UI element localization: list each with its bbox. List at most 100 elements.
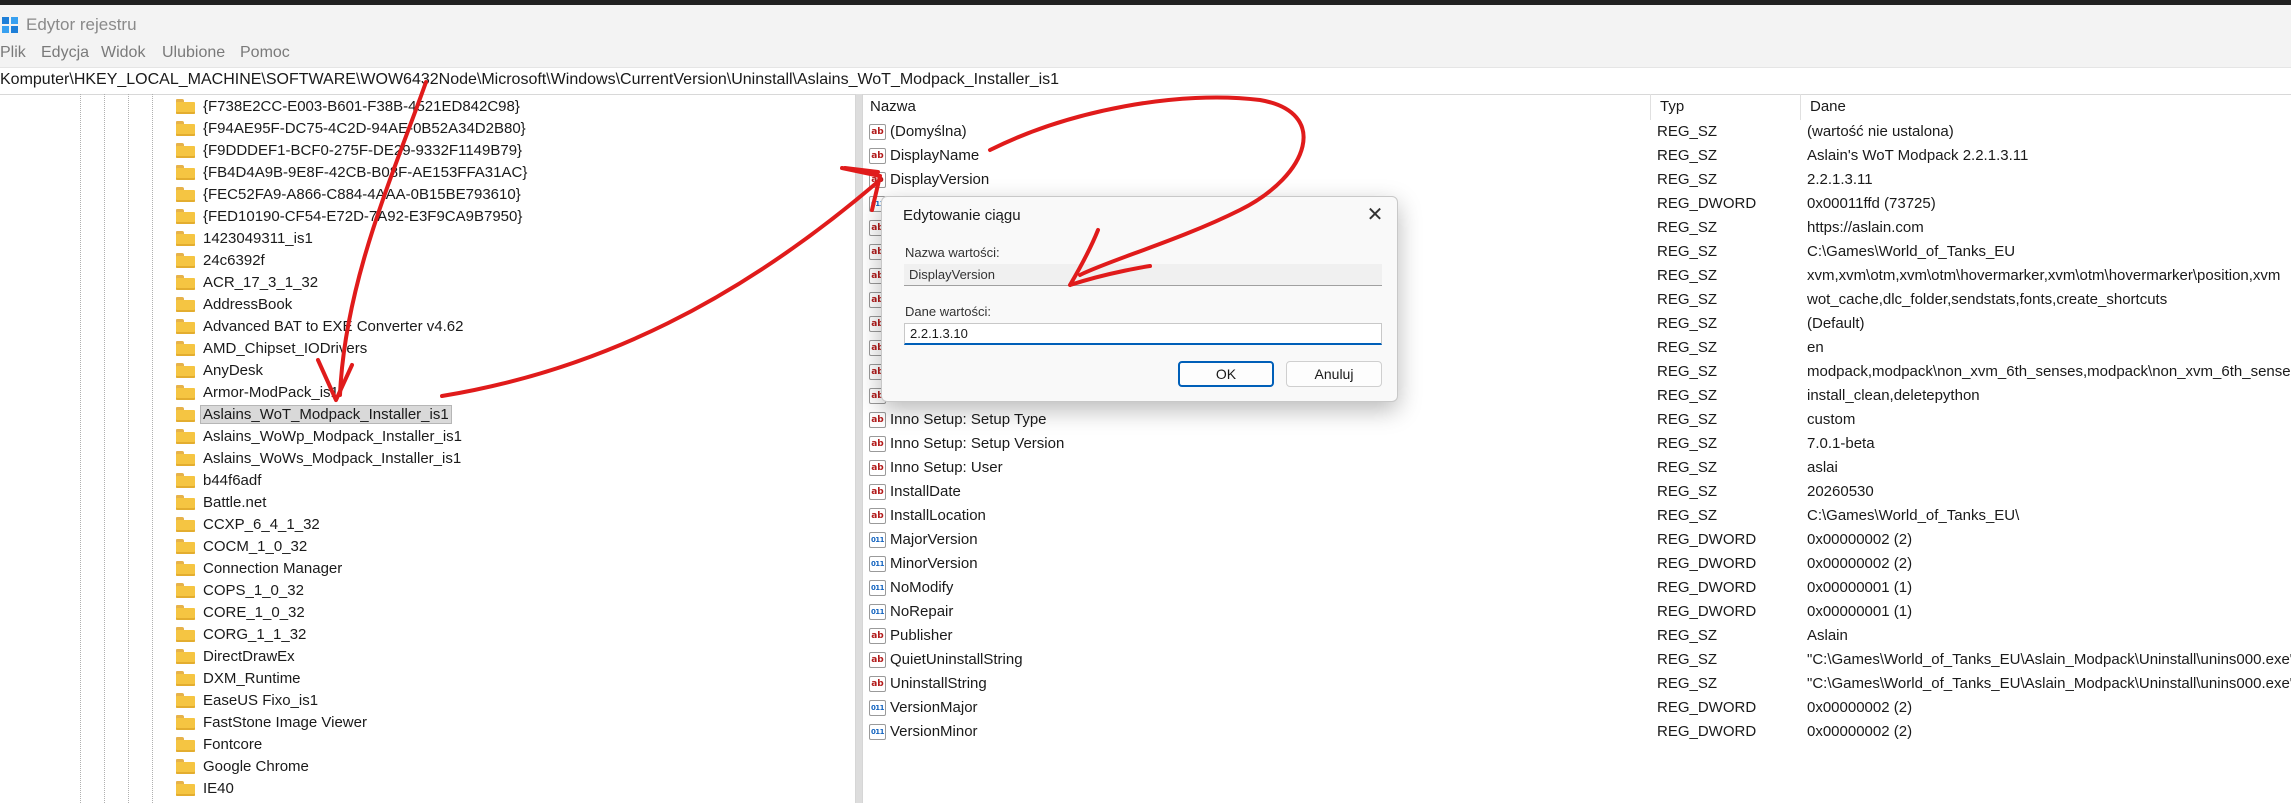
- tree-item-label: {FEC52FA9-A866-C884-4AAA-0B15BE793610}: [203, 186, 521, 203]
- value-name: DisplayVersion: [890, 171, 990, 188]
- value-type: REG_SZ: [1657, 483, 1718, 500]
- value-name: Inno Setup: Setup Type: [890, 411, 1047, 428]
- value-row[interactable]: 011 VersionMinor REG_DWORD 0x00000002 (2): [862, 720, 2291, 744]
- value-type: REG_SZ: [1657, 243, 1718, 260]
- value-name: Inno Setup: User: [890, 459, 1003, 476]
- tree-item-label: AMD_Chipset_IODrivers: [203, 340, 368, 357]
- value-row[interactable]: ab DisplayVersion REG_SZ 2.2.1.3.11: [862, 168, 2291, 192]
- value-row[interactable]: ab DisplayName REG_SZ Aslain's WoT Modpack …: [862, 144, 2291, 168]
- value-name: MinorVersion: [890, 555, 978, 572]
- folder-icon: [176, 341, 195, 356]
- value-type: REG_SZ: [1657, 219, 1718, 236]
- folder-icon: [176, 99, 195, 114]
- value-row[interactable]: ab InstallLocation REG_SZ C:\Games\World_of…: [862, 504, 2291, 528]
- tree-item-label: 1423049311_is1: [203, 230, 313, 247]
- value-name: QuietUninstallString: [890, 651, 1023, 668]
- value-data: 7.0.1-beta: [1807, 435, 1875, 452]
- value-row[interactable]: ab Publisher REG_SZ Aslain: [862, 624, 2291, 648]
- value-name: UninstallString: [890, 675, 987, 692]
- value-data: 20260530: [1807, 483, 1874, 500]
- close-icon[interactable]: ✕: [1362, 203, 1388, 227]
- folder-icon: [176, 209, 195, 224]
- value-name: NoModify: [890, 579, 954, 596]
- folder-icon: [176, 693, 195, 708]
- tree-item-label: Armor-ModPack_is1: [203, 384, 339, 401]
- menu-help[interactable]: Pomoc: [240, 44, 290, 62]
- address-path[interactable]: Komputer\HKEY_LOCAL_MACHINE\SOFTWARE\WOW…: [0, 71, 1059, 89]
- key-tree[interactable]: {F738E2CC-E003-B601-F38B-4521ED842C98} {F…: [0, 94, 855, 803]
- value-data-field[interactable]: [904, 323, 1382, 345]
- folder-icon: [176, 231, 195, 246]
- tree-item-label: 24c6392f: [203, 252, 265, 269]
- tree-item-label: {F738E2CC-E003-B601-F38B-4521ED842C98}: [203, 98, 520, 115]
- value-name: VersionMajor: [890, 699, 978, 716]
- value-type: REG_DWORD: [1657, 555, 1757, 572]
- folder-icon: [176, 275, 195, 290]
- tree-item-label: FastStone Image Viewer: [203, 714, 367, 731]
- tree-item-label: Aslains_WoWs_Modpack_Installer_is1: [203, 450, 462, 467]
- value-data: Aslain's WoT Modpack 2.2.1.3.11: [1807, 147, 2029, 164]
- value-name-label: Nazwa wartości:: [905, 245, 1000, 260]
- folder-icon: [176, 143, 195, 158]
- folder-icon: [176, 121, 195, 136]
- ok-button[interactable]: OK: [1178, 361, 1274, 387]
- value-type: REG_SZ: [1657, 675, 1718, 692]
- menu-view[interactable]: Widok: [101, 44, 145, 62]
- value-row[interactable]: ab UninstallString REG_SZ "C:\Games\World_o…: [862, 672, 2291, 696]
- value-data: 0x00000002 (2): [1807, 723, 1913, 740]
- value-type: REG_SZ: [1657, 651, 1718, 668]
- column-header-name[interactable]: Nazwa: [862, 94, 1652, 120]
- column-header-type[interactable]: Typ: [1652, 94, 1802, 120]
- tree-item-label: CCXP_6_4_1_32: [203, 516, 320, 533]
- value-row[interactable]: 011 NoModify REG_DWORD 0x00000001 (1): [862, 576, 2291, 600]
- value-type: REG_SZ: [1657, 387, 1718, 404]
- value-data: 2.2.1.3.11: [1807, 171, 1873, 188]
- folder-icon: [176, 385, 195, 400]
- ab-string-icon: ab: [869, 124, 886, 140]
- value-name-field[interactable]: [904, 264, 1382, 286]
- binary-dword-icon: 011: [869, 700, 886, 716]
- folder-icon: [176, 627, 195, 642]
- value-row[interactable]: 011 VersionMajor REG_DWORD 0x00000002 (2): [862, 696, 2291, 720]
- value-type: REG_DWORD: [1657, 195, 1757, 212]
- value-row[interactable]: 011 MajorVersion REG_DWORD 0x00000002 (2): [862, 528, 2291, 552]
- value-row[interactable]: 011 NoRepair REG_DWORD 0x00000001 (1): [862, 600, 2291, 624]
- menu-file[interactable]: Plik: [0, 44, 26, 62]
- value-name: VersionMinor: [890, 723, 978, 740]
- value-row[interactable]: ab Inno Setup: Setup Version REG_SZ 7.0.1-b…: [862, 432, 2291, 456]
- ab-string-icon: ab: [869, 652, 886, 668]
- value-row[interactable]: ab InstallDate REG_SZ 20260530: [862, 480, 2291, 504]
- value-row[interactable]: 011 MinorVersion REG_DWORD 0x00000002 (2): [862, 552, 2291, 576]
- address-bar[interactable]: Komputer\HKEY_LOCAL_MACHINE\SOFTWARE\WOW…: [0, 67, 2291, 95]
- cancel-button[interactable]: Anuluj: [1286, 361, 1382, 387]
- value-type: REG_DWORD: [1657, 531, 1757, 548]
- ab-string-icon: ab: [869, 436, 886, 452]
- value-type: REG_SZ: [1657, 123, 1718, 140]
- binary-dword-icon: 011: [869, 724, 886, 740]
- ab-string-icon: ab: [869, 148, 886, 164]
- menu-favorites[interactable]: Ulubione: [162, 44, 225, 62]
- value-row[interactable]: ab Inno Setup: Setup Type REG_SZ custom: [862, 408, 2291, 432]
- folder-icon: [176, 715, 195, 730]
- value-name: MajorVersion: [890, 531, 978, 548]
- value-data: install_clean,deletepython: [1807, 387, 1980, 404]
- ab-string-icon: ab: [869, 460, 886, 476]
- value-row[interactable]: ab QuietUninstallString REG_SZ "C:\Games\Wo…: [862, 648, 2291, 672]
- value-type: REG_DWORD: [1657, 723, 1757, 740]
- value-type: REG_SZ: [1657, 363, 1718, 380]
- tree-item-label: ACR_17_3_1_32: [203, 274, 319, 291]
- value-data: aslai: [1807, 459, 1838, 476]
- tree-item-label: Battle.net: [203, 494, 267, 511]
- value-row[interactable]: ab (Domyślna) REG_SZ (wartość nie ustalona): [862, 120, 2291, 144]
- value-row[interactable]: ab Inno Setup: User REG_SZ aslai: [862, 456, 2291, 480]
- folder-icon: [176, 253, 195, 268]
- edit-string-dialog: Edytowanie ciągu ✕ Nazwa wartości: Dane …: [881, 196, 1398, 402]
- window-title: Edytor rejestru: [26, 15, 137, 34]
- registry-editor-icon: [2, 17, 20, 35]
- column-header-data[interactable]: Dane: [1802, 94, 2291, 120]
- menu-edit[interactable]: Edycja: [41, 44, 89, 62]
- binary-dword-icon: 011: [869, 580, 886, 596]
- value-name: NoRepair: [890, 603, 954, 620]
- value-type: REG_SZ: [1657, 171, 1718, 188]
- value-data: 0x00000002 (2): [1807, 699, 1913, 716]
